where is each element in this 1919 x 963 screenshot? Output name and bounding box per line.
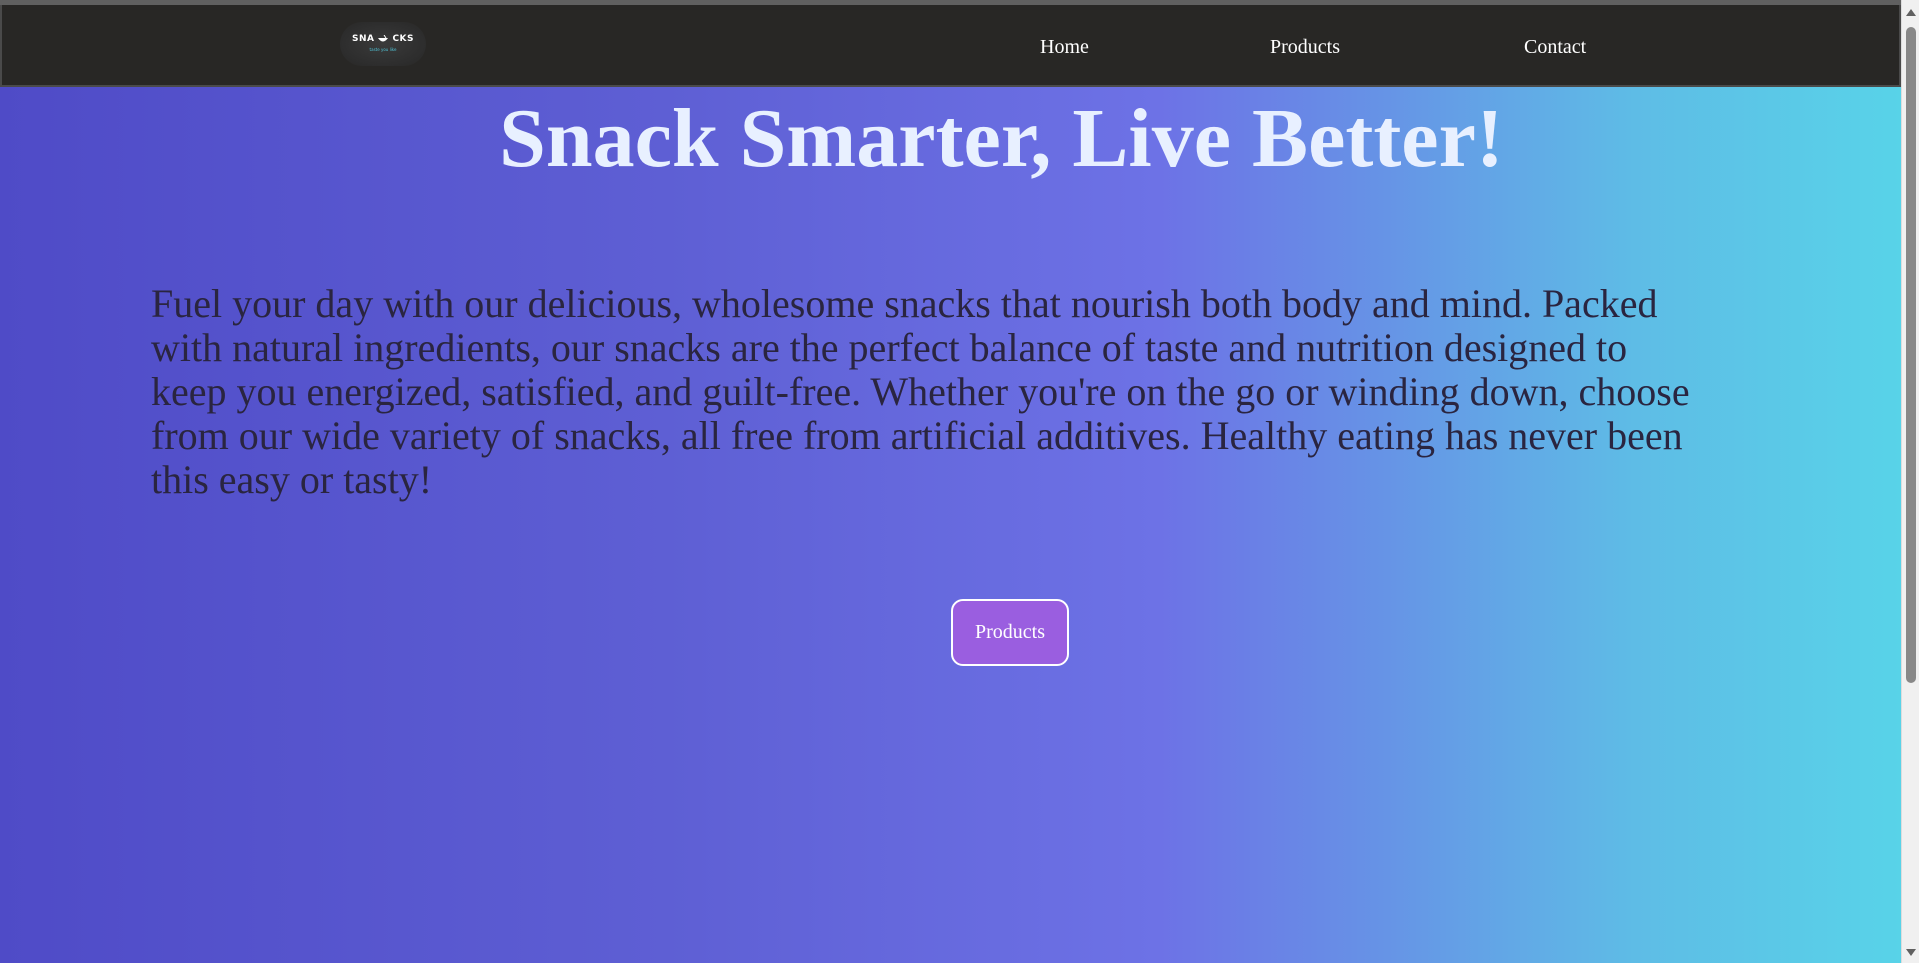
scroll-thumb[interactable]: [1906, 27, 1916, 683]
logo-wordmark: SNA CKS: [352, 34, 414, 44]
logo[interactable]: SNA CKS taste you like: [340, 22, 426, 66]
scroll-up-arrow-icon[interactable]: [1906, 9, 1916, 16]
vertical-scrollbar[interactable]: [1901, 0, 1919, 963]
scroll-down-arrow-icon[interactable]: [1906, 949, 1916, 956]
navbar: SNA CKS taste you like Home Products Con…: [0, 5, 1901, 87]
page: SNA CKS taste you like Home Products Con…: [0, 0, 1901, 963]
nav-link-home[interactable]: Home: [1040, 36, 1089, 59]
hero-title: Snack Smarter, Live Better!: [499, 92, 1504, 185]
logo-text-right: CKS: [392, 33, 415, 44]
nav-link-products[interactable]: Products: [1270, 36, 1340, 59]
bowl-icon: [377, 34, 389, 43]
hero-description: Fuel your day with our delicious, wholes…: [151, 281, 1690, 502]
logo-text-left: SNA: [351, 33, 375, 44]
products-button[interactable]: Products: [951, 599, 1069, 666]
nav-link-contact[interactable]: Contact: [1524, 36, 1586, 59]
logo-tagline: taste you like: [369, 46, 397, 52]
